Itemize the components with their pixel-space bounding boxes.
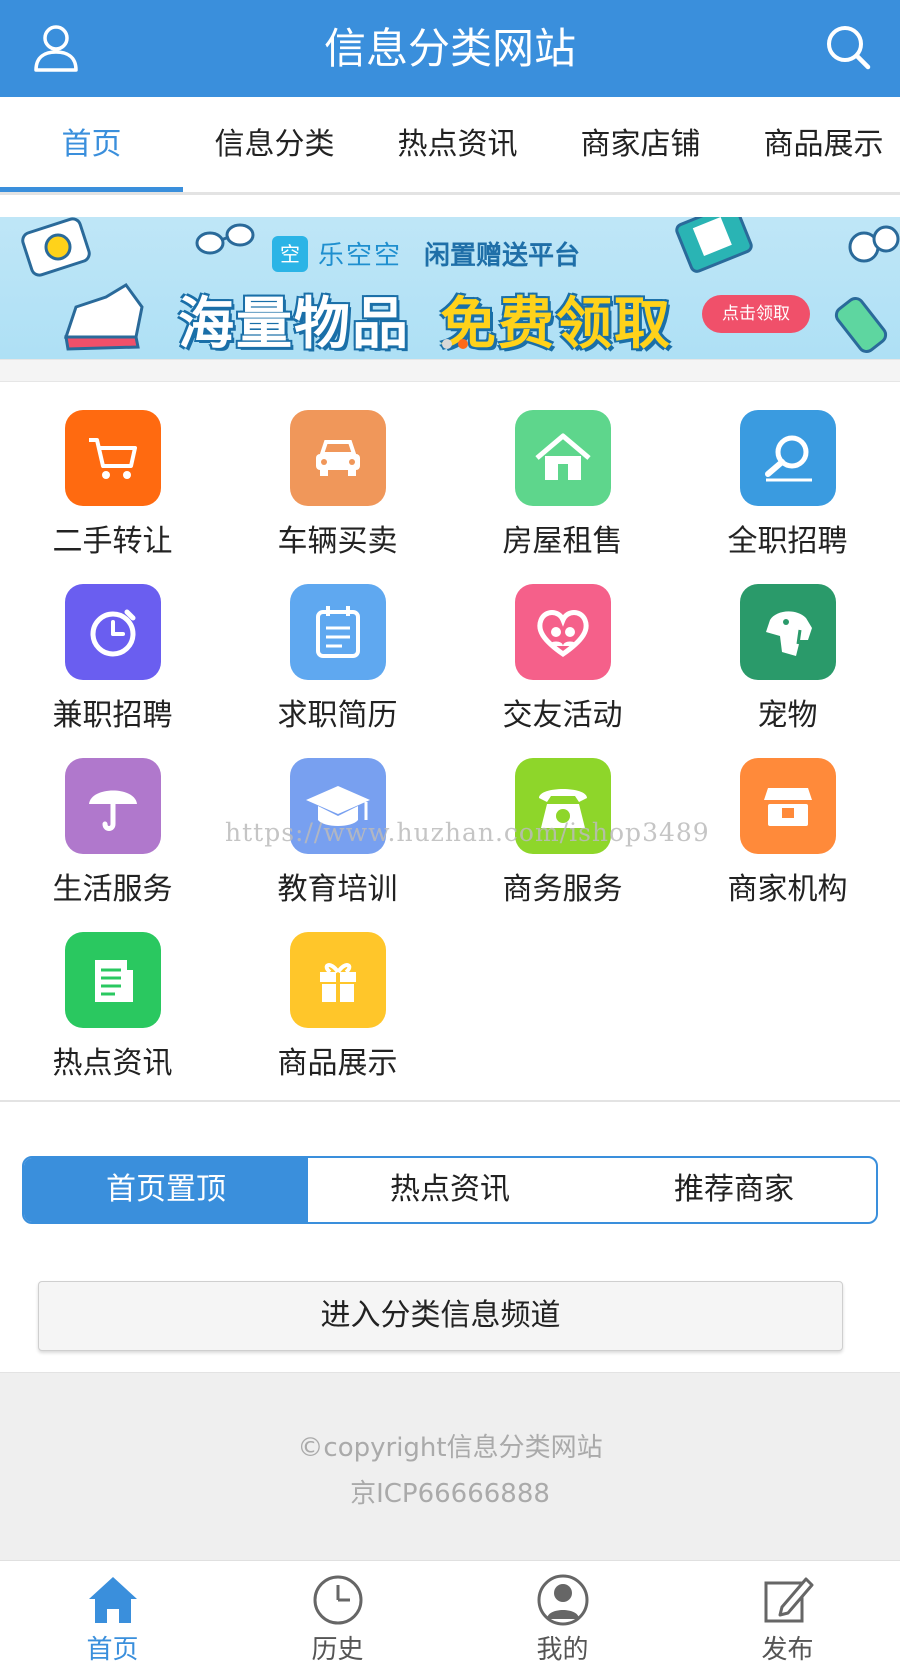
top-bar: 信息分类网站 [0, 0, 900, 97]
category-item[interactable]: 商家机构 [675, 730, 900, 907]
category-item[interactable]: 商品展示 [225, 904, 450, 1081]
category-label: 商家机构 [727, 872, 848, 907]
segment-tab-hot-news[interactable]: 热点资讯 [308, 1158, 592, 1222]
search-icon [827, 26, 871, 70]
category-label: 教育培训 [277, 872, 398, 907]
tabbar-label: 首页 [86, 1635, 139, 1665]
category-grid: 二手转让 车辆买卖 房屋租售 全职招聘 兼职招聘 求职简历 交友活动 宠物 生活… [0, 382, 900, 1102]
nav-tab-categories[interactable]: 信息分类 [183, 97, 366, 192]
category-label: 房屋租售 [502, 524, 623, 559]
category-item[interactable]: 生活服务 [0, 730, 225, 907]
banner-dot-1[interactable] [442, 339, 452, 349]
section-divider [0, 359, 900, 382]
tabbar-item-mine[interactable]: 我的 [450, 1561, 675, 1667]
category-item[interactable]: 求职简历 [225, 556, 450, 733]
category-label: 热点资讯 [52, 1046, 173, 1081]
watermark-text: https://www.huzhan.com/ishop3489 [225, 818, 710, 847]
banner-headline-highlight: 免费领取 [440, 292, 672, 357]
glasses-decoration-icon [195, 223, 255, 255]
segment-tab-recommended-shops[interactable]: 推荐商家 [592, 1158, 876, 1222]
cart-icon [65, 410, 161, 506]
category-label: 宠物 [757, 698, 818, 733]
banner-brand-logo: 空 [272, 235, 308, 272]
tabbar-label: 我的 [536, 1635, 589, 1665]
edit-icon [764, 1577, 813, 1623]
tabbar-item-home[interactable]: 首页 [0, 1561, 225, 1667]
enter-category-channel-button[interactable]: 进入分类信息频道 [38, 1281, 843, 1351]
banner-headline-main: 海量物品 [178, 292, 410, 357]
nav-tab-hot-news[interactable]: 热点资讯 [366, 97, 549, 192]
category-label: 商品展示 [277, 1046, 398, 1081]
segment-tab-top[interactable]: 首页置顶 [24, 1158, 308, 1222]
category-label: 车辆买卖 [277, 524, 398, 559]
category-label: 兼职招聘 [52, 698, 173, 733]
tabbar-item-history[interactable]: 历史 [225, 1561, 450, 1667]
house-icon [515, 410, 611, 506]
calendar-doc-icon [290, 584, 386, 680]
search-button[interactable] [820, 20, 876, 76]
nav-tab-products[interactable]: 商品展示 [732, 97, 900, 192]
bottom-tab-bar: 首页 历史 我的 发布 [0, 1560, 900, 1667]
bottle-decoration-icon [834, 297, 888, 353]
newspaper-icon [65, 932, 161, 1028]
clock-icon [313, 1575, 362, 1625]
banner-brand-name: 乐空空 [318, 241, 403, 271]
page-footer: ©copyright信息分类网站 京ICP66666888 [0, 1372, 900, 1560]
category-item[interactable]: 交友活动 [450, 556, 675, 733]
stopwatch-icon [65, 584, 161, 680]
category-label: 商务服务 [502, 872, 623, 907]
category-label: 全职招聘 [727, 524, 848, 559]
dress-decoration-icon [675, 217, 753, 273]
category-label: 求职简历 [277, 698, 398, 733]
category-item[interactable]: 热点资讯 [0, 904, 225, 1081]
gift-icon [290, 932, 386, 1028]
dog-icon [740, 584, 836, 680]
banner-pagination [442, 339, 468, 349]
category-label: 生活服务 [52, 872, 173, 907]
magnifier-icon [740, 410, 836, 506]
category-item[interactable]: 商务服务 [450, 730, 675, 907]
category-label: 交友活动 [502, 698, 623, 733]
profile-icon [537, 1574, 588, 1626]
nav-tab-shops[interactable]: 商家店铺 [549, 97, 732, 192]
main-nav-tabs: 首页 信息分类 热点资讯 商家店铺 商品展示 [0, 97, 900, 195]
category-item[interactable]: 房屋租售 [450, 382, 675, 559]
binoculars-decoration-icon [848, 225, 900, 263]
category-item[interactable]: 教育培训 [225, 730, 450, 907]
page-title: 信息分类网站 [323, 24, 576, 73]
banner-brand: 空 乐空空 闲置赠送平台 [272, 235, 580, 272]
tabbar-label: 发布 [761, 1635, 814, 1665]
sneaker-decoration-icon [63, 283, 144, 351]
category-item[interactable]: 兼职招聘 [0, 556, 225, 733]
content-segment-tabs: 首页置顶 热点资讯 推荐商家 [22, 1156, 878, 1224]
shop-icon [740, 758, 836, 854]
banner-brand-slogan: 闲置赠送平台 [424, 241, 581, 271]
footer-copyright: ©copyright信息分类网站 [297, 1433, 603, 1463]
category-item[interactable]: 宠物 [675, 556, 900, 733]
camera-decoration-icon [21, 217, 91, 277]
car-icon [290, 410, 386, 506]
tabbar-item-publish[interactable]: 发布 [675, 1561, 900, 1667]
banner-cta-button[interactable]: 点击领取 [702, 295, 810, 333]
heart-couple-icon [515, 584, 611, 680]
nav-tab-home[interactable]: 首页 [0, 97, 183, 192]
home-icon [88, 1577, 137, 1623]
category-item[interactable]: 车辆买卖 [225, 382, 450, 559]
category-label: 二手转让 [52, 524, 173, 559]
category-item[interactable]: 二手转让 [0, 382, 225, 559]
umbrella-icon [65, 758, 161, 854]
category-item[interactable]: 全职招聘 [675, 382, 900, 559]
tabbar-label: 历史 [311, 1635, 364, 1665]
promo-banner[interactable]: 空 乐空空 闲置赠送平台 海量物品 免费领取 点击领取 [0, 217, 900, 359]
banner-dot-2[interactable] [458, 339, 468, 349]
footer-icp: 京ICP66666888 [350, 1479, 550, 1509]
